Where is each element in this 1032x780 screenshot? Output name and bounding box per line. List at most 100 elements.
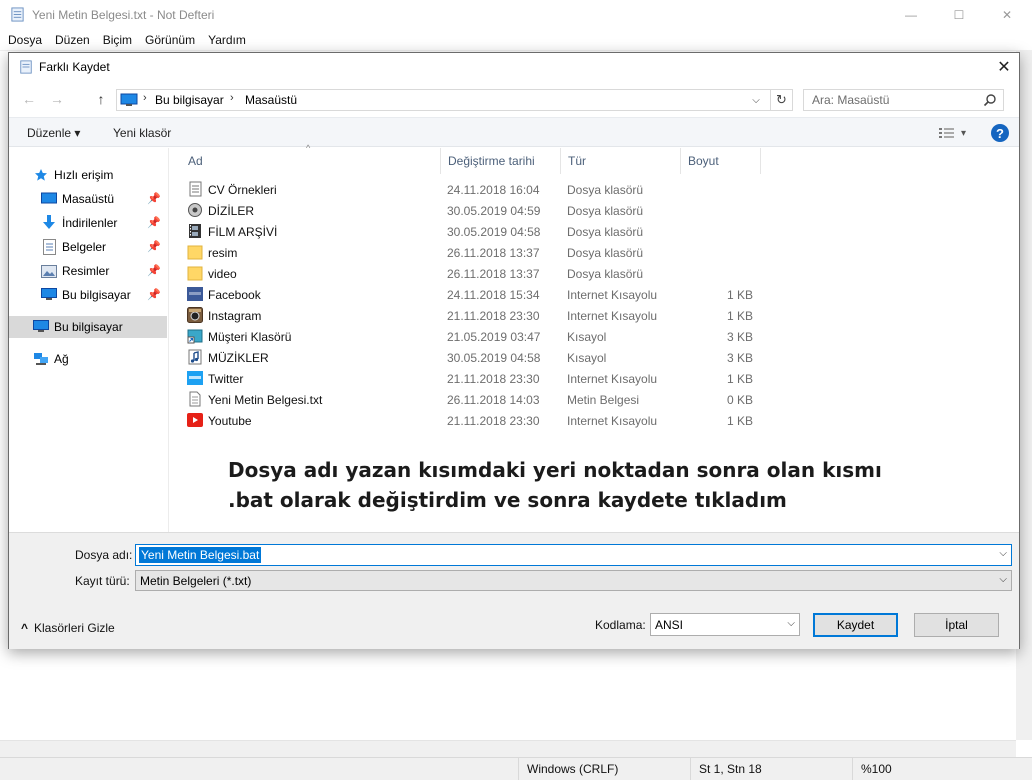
filename-label: Dosya adı: bbox=[75, 548, 133, 562]
help-icon[interactable]: ? bbox=[991, 124, 1009, 142]
command-bar: Düzenle ▾ Yeni klasör ▾ ? bbox=[9, 117, 1019, 147]
filename-input[interactable]: Yeni Metin Belgesi.bat ⌵ bbox=[135, 544, 1012, 566]
address-separator: › bbox=[230, 92, 234, 104]
sidebar-item-downloads[interactable]: İndirilenler 📌 bbox=[9, 212, 167, 234]
file-row[interactable]: Twitter 21.11.2018 23:30 Internet Kısayo… bbox=[169, 368, 1019, 389]
pin-icon[interactable]: 📌 bbox=[147, 264, 161, 277]
file-row[interactable]: video 26.11.2018 13:37 Dosya klasörü bbox=[169, 263, 1019, 284]
folder-media-icon bbox=[188, 203, 202, 217]
encoding-select[interactable]: ANSI ⌵ bbox=[650, 613, 800, 636]
file-date: 24.11.2018 16:04 bbox=[447, 183, 540, 197]
save-button[interactable]: Kaydet bbox=[813, 613, 898, 637]
file-row[interactable]: Instagram 21.11.2018 23:30 Internet Kısa… bbox=[169, 305, 1019, 326]
filetype-value: Metin Belgeleri (*.txt) bbox=[140, 574, 252, 588]
address-bar[interactable]: › Bu bilgisayar › Masaüstü ⌵ ↻ bbox=[116, 89, 793, 111]
sidebar-item-pictures[interactable]: Resimler 📌 bbox=[9, 260, 167, 282]
notepad-title: Yeni Metin Belgesi.txt - Not Defteri bbox=[32, 8, 215, 22]
column-header-label: Tür bbox=[568, 154, 586, 168]
up-button[interactable]: ↑ bbox=[91, 90, 111, 108]
file-name: MÜZİKLER bbox=[208, 351, 269, 365]
file-row[interactable]: Yeni Metin Belgesi.txt 26.11.2018 14:03 … bbox=[169, 389, 1019, 410]
address-segment-desktop[interactable]: Masaüstü bbox=[245, 93, 297, 107]
menu-format[interactable]: Biçim bbox=[103, 30, 132, 50]
sidebar-item-quick-access[interactable]: Hızlı erişim bbox=[9, 164, 167, 186]
search-box[interactable]: Ara: Masaüstü bbox=[803, 89, 1004, 111]
sidebar-item-desktop[interactable]: Masaüstü 📌 bbox=[9, 188, 167, 210]
column-header-size[interactable]: Boyut bbox=[681, 148, 761, 174]
sidebar-item-this-pc-pinned[interactable]: Bu bilgisayar 📌 bbox=[9, 284, 167, 306]
pin-icon[interactable]: 📌 bbox=[147, 288, 161, 301]
file-date: 30.05.2019 04:59 bbox=[447, 204, 541, 218]
filetype-select[interactable]: Metin Belgeleri (*.txt) ⌵ bbox=[135, 570, 1012, 591]
file-size: 3 KB bbox=[726, 330, 753, 344]
close-button[interactable]: ✕ bbox=[984, 0, 1030, 30]
address-separator: › bbox=[143, 92, 147, 104]
sidebar-item-label: Bu bilgisayar bbox=[54, 320, 123, 334]
sidebar-item-this-pc[interactable]: Bu bilgisayar bbox=[9, 316, 167, 338]
pin-icon[interactable]: 📌 bbox=[147, 216, 161, 229]
forward-button[interactable]: → bbox=[47, 90, 67, 108]
new-folder-button[interactable]: Yeni klasör bbox=[113, 126, 171, 140]
dialog-titlebar: Farklı Kaydet ✕ bbox=[9, 53, 1019, 81]
cancel-button[interactable]: İptal bbox=[914, 613, 999, 637]
view-options-button[interactable]: ▾ bbox=[939, 126, 967, 140]
maximize-button[interactable]: ☐ bbox=[936, 0, 982, 30]
file-row[interactable]: Facebook 24.11.2018 15:34 Internet Kısay… bbox=[169, 284, 1019, 305]
documents-icon bbox=[41, 239, 57, 255]
organize-button[interactable]: Düzenle ▾ bbox=[27, 126, 80, 140]
sidebar-item-network[interactable]: Ağ bbox=[9, 348, 167, 370]
encoding-value: ANSI bbox=[655, 618, 684, 632]
search-icon[interactable] bbox=[983, 93, 997, 107]
file-row[interactable]: Müşteri Klasörü 21.05.2019 03:47 Kısayol… bbox=[169, 326, 1019, 347]
file-name: Instagram bbox=[208, 309, 262, 323]
shortcut-icon bbox=[187, 329, 203, 344]
file-row[interactable]: CV Örnekleri 24.11.2018 16:04 Dosya klas… bbox=[169, 179, 1019, 200]
column-header-date[interactable]: Değiştirme tarihi bbox=[441, 148, 561, 174]
menu-view[interactable]: Görünüm bbox=[145, 30, 195, 50]
facebook-icon bbox=[187, 287, 203, 301]
file-row[interactable]: resim 26.11.2018 13:37 Dosya klasörü bbox=[169, 242, 1019, 263]
notepad-titlebar: Yeni Metin Belgesi.txt - Not Defteri — ☐… bbox=[0, 0, 1032, 30]
refresh-icon[interactable]: ↻ bbox=[770, 90, 792, 110]
horizontal-scrollbar[interactable] bbox=[0, 740, 1016, 757]
sidebar-item-documents[interactable]: Belgeler 📌 bbox=[9, 236, 167, 258]
save-as-dialog: Farklı Kaydet ✕ ← → ↑ › Bu bilgisayar › … bbox=[8, 52, 1020, 649]
address-segment-computer[interactable]: Bu bilgisayar bbox=[155, 93, 224, 107]
menu-help[interactable]: Yardım bbox=[208, 30, 246, 50]
file-row[interactable]: MÜZİKLER 30.05.2019 04:58 Kısayol 3 KB bbox=[169, 347, 1019, 368]
save-button-label: Kaydet bbox=[836, 618, 875, 632]
file-type: Metin Belgesi bbox=[567, 393, 640, 407]
pin-icon[interactable]: 📌 bbox=[147, 192, 161, 205]
chevron-down-icon[interactable]: ⌵ bbox=[999, 548, 1007, 559]
file-type: Dosya klasörü bbox=[567, 267, 644, 281]
file-row[interactable]: Youtube 21.11.2018 23:30 Internet Kısayo… bbox=[169, 410, 1019, 431]
file-date: 21.11.2018 23:30 bbox=[447, 372, 540, 386]
navigation-bar: ← → ↑ › Bu bilgisayar › Masaüstü ⌵ ↻ Ara… bbox=[9, 81, 1019, 117]
pin-icon[interactable]: 📌 bbox=[147, 240, 161, 253]
file-type: Dosya klasörü bbox=[567, 225, 644, 239]
sidebar-item-label: İndirilenler bbox=[62, 216, 118, 230]
back-button[interactable]: ← bbox=[19, 90, 39, 108]
column-header-name[interactable]: Ad bbox=[181, 148, 441, 174]
address-dropdown-icon[interactable]: ⌵ bbox=[746, 90, 766, 110]
menu-file[interactable]: Dosya bbox=[8, 30, 42, 50]
hide-folders-button[interactable]: ^ Klasörleri Gizle bbox=[21, 621, 115, 635]
menu-edit[interactable]: Düzen bbox=[55, 30, 90, 50]
file-name: Müşteri Klasörü bbox=[208, 330, 292, 344]
music-icon bbox=[188, 349, 202, 365]
column-header-type[interactable]: Tür bbox=[561, 148, 681, 174]
status-cursor-position: St 1, Stn 18 bbox=[690, 758, 850, 780]
file-size: 1 KB bbox=[726, 414, 753, 428]
minimize-button[interactable]: — bbox=[888, 0, 934, 30]
file-date: 26.11.2018 13:37 bbox=[447, 246, 540, 260]
file-date: 21.11.2018 23:30 bbox=[447, 309, 540, 323]
column-header-label: Boyut bbox=[688, 154, 719, 168]
file-type: Internet Kısayolu bbox=[567, 414, 658, 428]
file-type: Kısayol bbox=[567, 351, 607, 365]
file-row[interactable]: DİZİLER 30.05.2019 04:59 Dosya klasörü bbox=[169, 200, 1019, 221]
file-size: 0 KB bbox=[726, 393, 753, 407]
file-row[interactable]: FİLM ARŞİVİ 30.05.2019 04:58 Dosya klasö… bbox=[169, 221, 1019, 242]
dialog-close-button[interactable]: ✕ bbox=[989, 53, 1019, 81]
file-name: resim bbox=[208, 246, 238, 260]
chevron-down-icon: ⌵ bbox=[999, 574, 1007, 585]
